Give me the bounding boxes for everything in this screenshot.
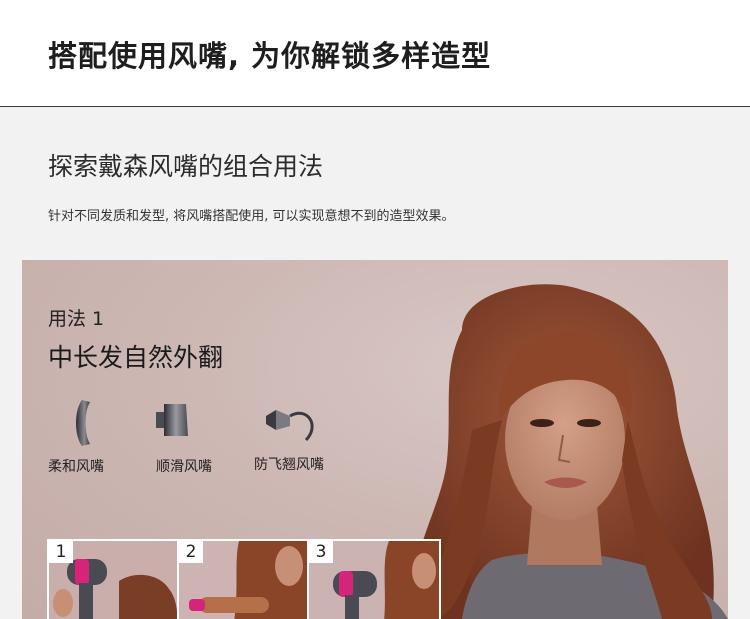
step-number: 2 (179, 541, 203, 563)
gentle-air-nozzle-icon (76, 400, 90, 446)
step-number: 1 (49, 541, 73, 563)
usage-banner: 用法 1 中长发自然外翻 柔和风嘴 顺滑风嘴 防飞翘风嘴 1 2 3 (22, 260, 728, 619)
flyaway-nozzle-icon (266, 410, 314, 442)
step-thumbnail-2[interactable]: 2 (179, 541, 309, 619)
section-title: 探索戴森风嘴的组合用法 (48, 152, 324, 181)
step-number: 3 (309, 541, 333, 563)
page-title: 搭配使用风嘴, 为你解锁多样造型 (48, 39, 492, 73)
nozzle-label: 柔和风嘴 (48, 459, 104, 475)
step-thumbnail-1[interactable]: 1 (49, 541, 179, 619)
step-thumbnails: 1 2 3 (47, 539, 441, 619)
usage-number-label: 用法 1 (48, 308, 105, 330)
page-header: 搭配使用风嘴, 为你解锁多样造型 (0, 0, 750, 107)
section-description: 针对不同发质和发型, 将风嘴搭配使用, 可以实现意想不到的造型效果。 (48, 209, 455, 224)
nozzle-label: 顺滑风嘴 (156, 459, 212, 475)
usage-title: 中长发自然外翻 (48, 343, 224, 372)
nozzle-label: 防飞翘风嘴 (254, 457, 324, 473)
smoothing-nozzle-icon (156, 404, 188, 436)
step-thumbnail-3[interactable]: 3 (309, 541, 439, 619)
